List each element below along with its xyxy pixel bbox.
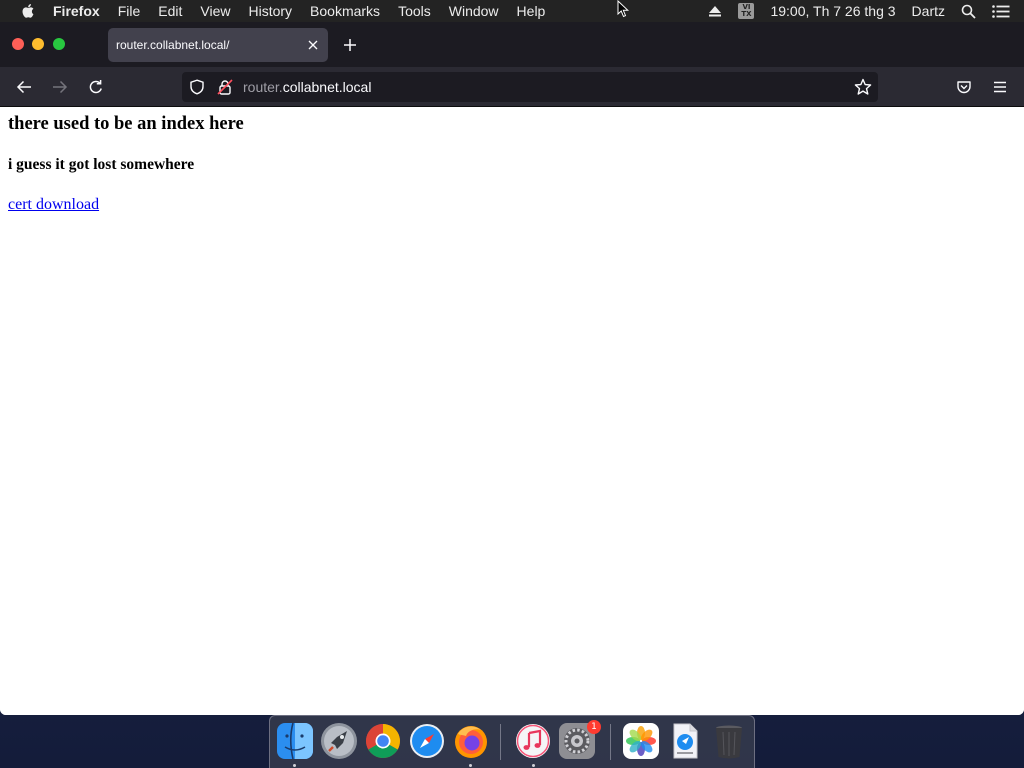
forward-button[interactable] <box>50 77 70 97</box>
photos-icon[interactable] <box>622 722 660 760</box>
menu-tools[interactable]: Tools <box>389 0 440 22</box>
firefox-icon[interactable] <box>452 722 490 760</box>
chrome-icon[interactable] <box>364 722 402 760</box>
pocket-icon <box>957 81 971 94</box>
dock-separator <box>500 724 501 760</box>
system-preferences-badge: 1 <box>587 720 601 734</box>
finder-icon[interactable] <box>276 722 314 760</box>
tab-title: router.collabnet.local/ <box>116 38 230 52</box>
input-method-icon[interactable]: VI TX <box>730 0 762 22</box>
page-subheading: i guess it got lost somewhere <box>8 156 195 173</box>
menu-bar: Firefox File Edit View History Bookmarks… <box>0 0 1024 22</box>
music-running-indicator <box>532 764 535 767</box>
browser-window: router.collabnet.local/ router.collabnet… <box>0 22 1024 715</box>
tab-active[interactable]: router.collabnet.local/ <box>108 28 328 62</box>
menu-bookmarks[interactable]: Bookmarks <box>301 0 389 22</box>
page-content: there used to be an index here i guess i… <box>0 107 1024 715</box>
window-maximize-button[interactable] <box>53 38 65 50</box>
user-name[interactable]: Dartz <box>904 0 953 22</box>
dock-separator-2 <box>610 724 611 760</box>
hamburger-menu-icon <box>994 81 1006 93</box>
reload-icon <box>89 80 102 94</box>
menu-history[interactable]: History <box>239 0 301 22</box>
pocket-button[interactable] <box>954 77 974 97</box>
url-text[interactable]: router.collabnet.local <box>243 72 371 102</box>
desktop: Firefox File Edit View History Bookmarks… <box>0 0 1024 768</box>
menu-help[interactable]: Help <box>508 0 555 22</box>
insecure-lock-icon[interactable] <box>217 79 233 95</box>
spotlight-search-icon[interactable] <box>953 0 984 22</box>
menu-view[interactable]: View <box>191 0 239 22</box>
firefox-running-indicator <box>469 764 472 767</box>
menu-edit[interactable]: Edit <box>149 0 191 22</box>
url-bar[interactable]: router.collabnet.local <box>182 72 878 102</box>
arrow-right-icon <box>53 80 68 94</box>
clock[interactable]: 19:00, Th 7 26 thg 3 <box>762 0 903 22</box>
menu-app-firefox[interactable]: Firefox <box>53 0 109 22</box>
dock: 1 <box>269 715 755 768</box>
back-button[interactable] <box>14 77 34 97</box>
url-domain: collabnet.local <box>282 79 372 95</box>
menu-bar-status-area: VI TX 19:00, Th 7 26 thg 3 Dartz <box>700 0 1024 22</box>
tab-close-icon[interactable] <box>306 38 320 52</box>
safari-icon[interactable] <box>408 722 446 760</box>
plus-icon <box>344 39 356 51</box>
page-heading: there used to be an index here <box>8 114 244 134</box>
downloads-icon[interactable] <box>666 722 704 760</box>
eject-icon[interactable] <box>700 0 730 22</box>
navigation-toolbar: router.collabnet.local <box>0 67 1024 107</box>
tab-bar: router.collabnet.local/ <box>0 22 1024 67</box>
cert-download-link[interactable]: cert download <box>8 196 99 214</box>
url-subdomain: router. <box>243 79 283 95</box>
window-minimize-button[interactable] <box>32 38 44 50</box>
finder-running-indicator <box>293 764 296 767</box>
tracking-protection-shield-icon[interactable] <box>189 79 205 95</box>
apple-menu-icon[interactable] <box>20 3 36 19</box>
notification-center-icon[interactable] <box>984 0 1024 22</box>
window-close-button[interactable] <box>12 38 24 50</box>
reload-button[interactable] <box>86 77 106 97</box>
new-tab-button[interactable] <box>340 35 360 55</box>
menu-window[interactable]: Window <box>440 0 508 22</box>
trash-icon[interactable] <box>710 722 748 760</box>
bookmark-star-icon[interactable] <box>854 78 872 96</box>
menu-file[interactable]: File <box>109 0 150 22</box>
input-method-bottom: TX <box>741 10 752 18</box>
app-menu-button[interactable] <box>990 77 1010 97</box>
mouse-cursor-icon <box>617 0 629 18</box>
music-icon[interactable] <box>514 722 552 760</box>
arrow-left-icon <box>16 80 31 94</box>
launchpad-icon[interactable] <box>320 722 358 760</box>
